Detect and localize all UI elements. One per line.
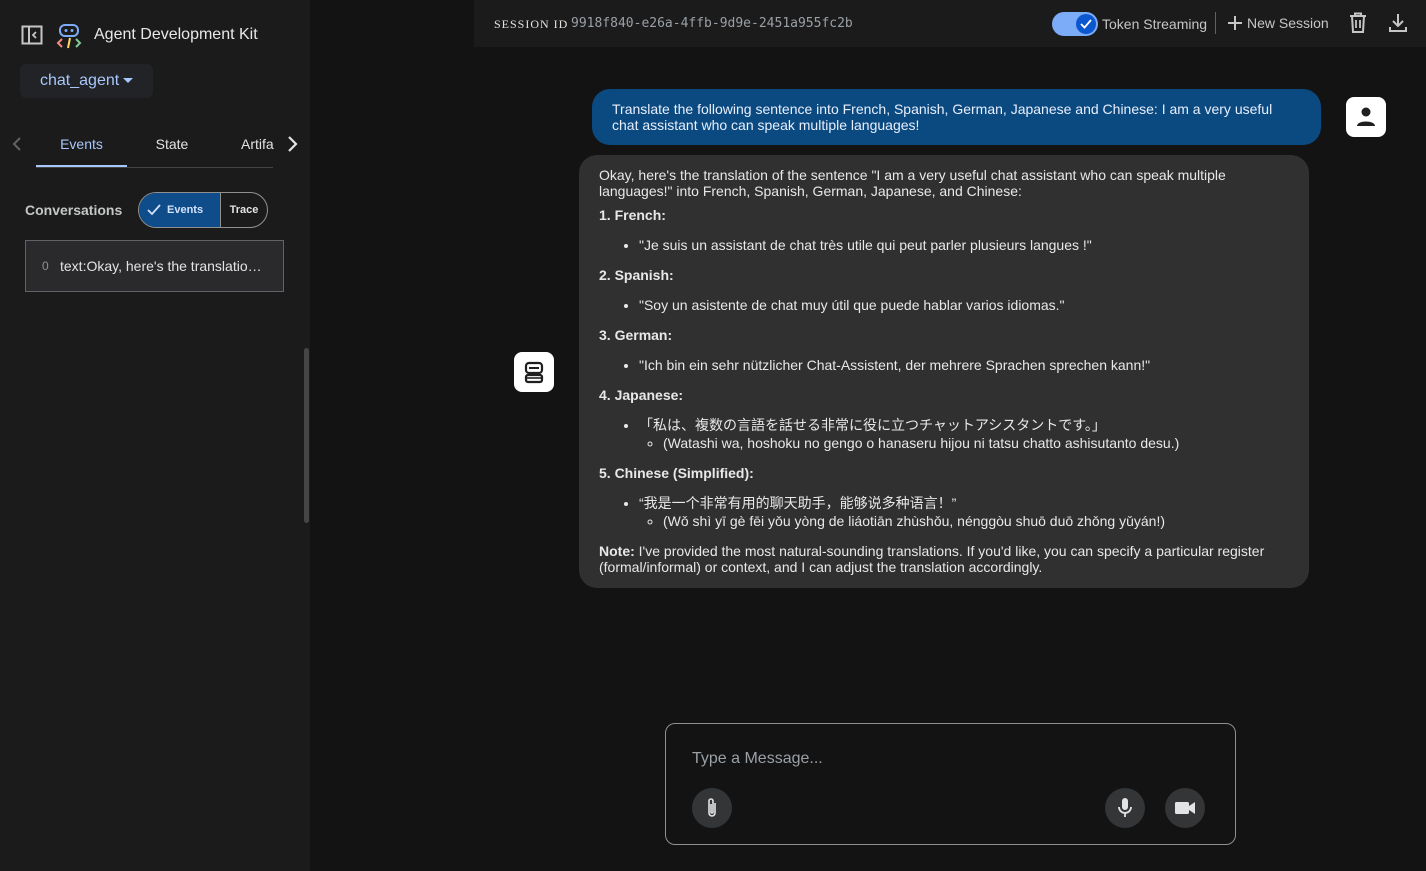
tab-artifacts[interactable]: Artifa xyxy=(217,120,284,167)
check-icon xyxy=(147,204,161,216)
plus-icon xyxy=(1228,16,1242,30)
tab-divider xyxy=(36,167,273,168)
microphone-icon xyxy=(1118,798,1132,817)
romanization-japanese: (Watashi wa, hoshoku no gengo o hanaseru… xyxy=(663,435,1289,451)
paperclip-icon xyxy=(708,798,716,817)
video-camera-icon xyxy=(1175,802,1195,814)
translation-spanish: "Soy un asistente de chat muy útil que p… xyxy=(639,297,1289,313)
sidebar: Agent Development Kit chat_agent Events … xyxy=(0,0,310,871)
agent-name: chat_agent xyxy=(40,72,120,89)
trace-toggle-label: Trace xyxy=(229,204,259,216)
conversations-label: Conversations xyxy=(25,202,123,218)
robot-icon xyxy=(524,361,544,384)
trace-toggle-button[interactable]: Trace xyxy=(220,193,267,227)
tab-state[interactable]: State xyxy=(127,120,217,167)
bot-note: Note: I've provided the most natural-sou… xyxy=(599,543,1289,575)
events-trace-toggle: Events Trace xyxy=(138,192,268,228)
session-topbar: SESSION ID 9918f840-e26a-4ffb-9d9e-2451a… xyxy=(474,0,1426,47)
note-text: I've provided the most natural-sounding … xyxy=(599,543,1265,575)
person-icon xyxy=(1357,107,1375,126)
events-toggle-label: Events xyxy=(167,204,204,216)
video-button[interactable] xyxy=(1165,788,1205,828)
translation-chinese: “我是一个非常有用的聊天助手，能够说多种语言！” xyxy=(639,495,957,511)
sidebar-toggle-icon[interactable] xyxy=(21,25,43,45)
bot-intro: Okay, here's the translation of the sent… xyxy=(599,167,1226,199)
attach-button[interactable] xyxy=(692,788,732,828)
message-input[interactable] xyxy=(692,750,1192,768)
translation-japanese: 「私は、複数の言語を話せる非常に役に立つチャットアシスタントです。」 xyxy=(639,417,1106,433)
session-id-label: SESSION ID xyxy=(494,17,569,31)
user-message: Translate the following sentence into Fr… xyxy=(592,89,1321,145)
adk-logo-icon xyxy=(56,24,82,49)
app-title: Agent Development Kit xyxy=(94,26,258,43)
bot-message: Okay, here's the translation of the sent… xyxy=(579,155,1309,588)
token-streaming-label: Token Streaming xyxy=(1102,16,1208,32)
caret-down-icon xyxy=(123,78,134,84)
sidebar-tabs: Events State Artifa xyxy=(0,120,310,168)
section-list-german: "Ich bin ein sehr nützlicher Chat-Assist… xyxy=(639,357,1289,373)
translation-french: "Je suis un assistant de chat très utile… xyxy=(639,237,1289,253)
section-heading-french: 1. French: xyxy=(599,207,666,223)
section-list-japanese: 「私は、複数の言語を話せる非常に役に立つチャットアシスタントです。」 (Wata… xyxy=(639,417,1289,451)
delete-icon[interactable] xyxy=(1348,12,1368,34)
download-icon[interactable] xyxy=(1388,13,1408,33)
note-label: Note: xyxy=(599,543,635,559)
section-list-french: "Je suis un assistant de chat très utile… xyxy=(639,237,1289,253)
sidebar-resize-handle[interactable] xyxy=(304,348,309,523)
event-text: text:Okay, here's the translation of the… xyxy=(60,258,265,274)
message-composer xyxy=(665,723,1236,845)
romanization-list-japanese: (Watashi wa, hoshoku no gengo o hanaseru… xyxy=(663,435,1289,451)
bot-avatar xyxy=(514,352,554,392)
translation-japanese-item: 「私は、複数の言語を話せる非常に役に立つチャットアシスタントです。」 (Wata… xyxy=(639,417,1289,451)
romanization-chinese: (Wǒ shì yī gè fēi yǒu yòng de liáotiān z… xyxy=(663,513,1289,529)
section-heading-japanese: 4. Japanese: xyxy=(599,387,684,403)
user-avatar xyxy=(1346,97,1386,137)
romanization-list-chinese: (Wǒ shì yī gè fēi yǒu yòng de liáotiān z… xyxy=(663,513,1289,529)
event-list-item[interactable]: 0 text:Okay, here's the translation of t… xyxy=(25,240,284,292)
translation-german: "Ich bin ein sehr nützlicher Chat-Assist… xyxy=(639,357,1289,373)
section-list-chinese: “我是一个非常有用的聊天助手，能够说多种语言！” (Wǒ shì yī gè f… xyxy=(639,495,1289,529)
agent-selector[interactable]: chat_agent xyxy=(20,64,153,98)
session-id-value: 9918f840-e26a-4ffb-9d9e-2451a955fc2b xyxy=(571,16,853,31)
chevron-right-icon[interactable] xyxy=(284,135,300,153)
section-heading-spanish: 2. Spanish: xyxy=(599,267,674,283)
check-icon xyxy=(1080,19,1092,29)
app-root: Agent Development Kit chat_agent Events … xyxy=(0,0,1426,871)
translation-chinese-item: “我是一个非常有用的聊天助手，能够说多种语言！” (Wǒ shì yī gè f… xyxy=(639,495,1289,529)
section-heading-german: 3. German: xyxy=(599,327,673,343)
tab-events[interactable]: Events xyxy=(36,120,127,167)
toggle-knob xyxy=(1076,14,1096,34)
new-session-button[interactable]: New Session xyxy=(1228,15,1329,31)
section-list-spanish: "Soy un asistente de chat muy útil que p… xyxy=(639,297,1289,313)
event-index: 0 xyxy=(42,259,49,273)
microphone-button[interactable] xyxy=(1105,788,1145,828)
token-streaming-toggle[interactable] xyxy=(1052,12,1098,36)
new-session-label: New Session xyxy=(1247,15,1329,31)
chevron-left-icon[interactable] xyxy=(10,136,24,152)
toolbar-divider xyxy=(1215,12,1216,34)
section-heading-chinese: 5. Chinese (Simplified): xyxy=(599,465,754,481)
events-toggle-button[interactable]: Events xyxy=(139,193,220,227)
